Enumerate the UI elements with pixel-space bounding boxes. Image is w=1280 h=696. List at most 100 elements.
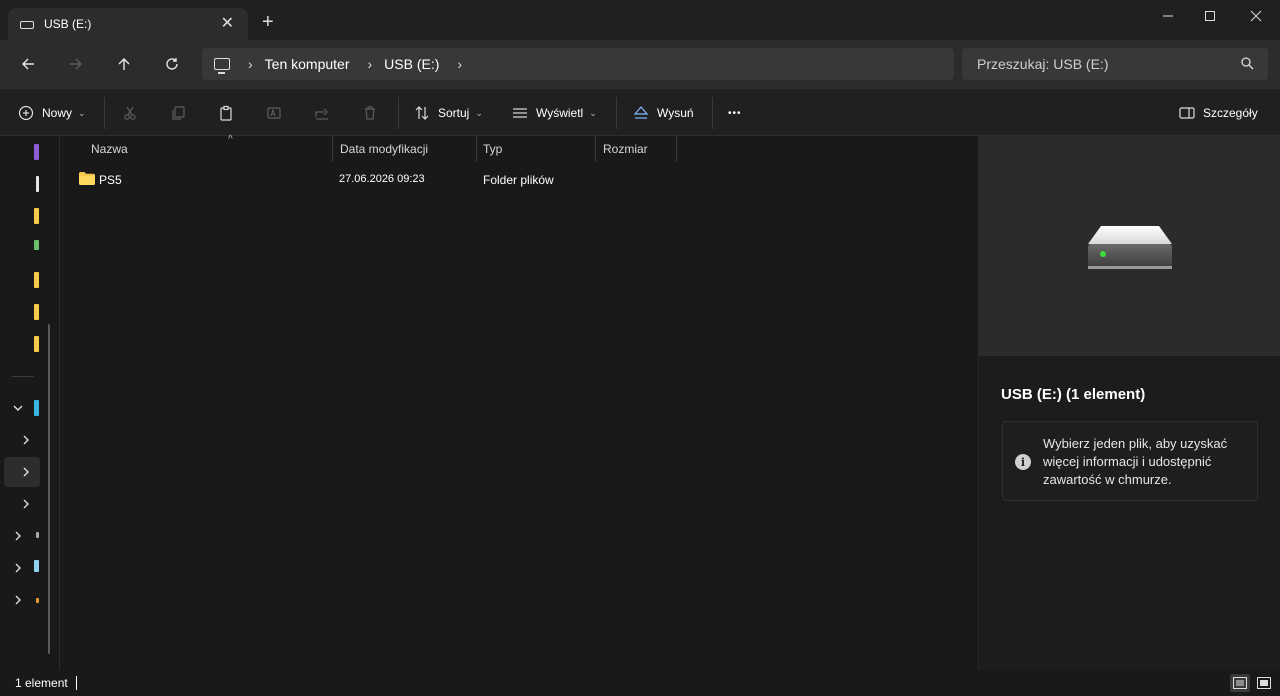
chevron-right-icon[interactable] <box>12 530 24 542</box>
details-view-icon <box>1233 677 1247 689</box>
column-type-label: Typ <box>483 142 503 156</box>
refresh-icon <box>166 58 178 70</box>
search-icon[interactable] <box>1240 56 1254 70</box>
tab-usb-e[interactable]: USB (E:) ✕ <box>8 8 248 40</box>
new-tab-button[interactable]: + <box>262 12 274 32</box>
close-window-button[interactable] <box>1233 6 1279 26</box>
view-button[interactable]: Wyświetl ⌄ <box>512 101 597 125</box>
breadcrumb-separator[interactable]: › <box>457 56 462 72</box>
sort-label: Sortuj <box>438 106 470 120</box>
view-label: Wyświetl <box>536 106 584 120</box>
search-input[interactable]: Przeszukaj: USB (E:) <box>962 48 1268 80</box>
quick-access-item[interactable] <box>34 304 39 320</box>
chevron-down-icon: ⌄ <box>475 107 483 118</box>
clipboard-icon <box>220 105 232 121</box>
share-button[interactable] <box>310 101 334 125</box>
close-icon <box>1250 10 1262 22</box>
sort-icon <box>415 106 429 120</box>
drive-item[interactable] <box>36 532 39 538</box>
minimize-button[interactable] <box>1145 6 1191 26</box>
usb-drive-icon <box>1088 226 1172 269</box>
drive-icon <box>20 21 34 29</box>
address-row: › Ten komputer › USB (E:) › Przeszukaj: … <box>0 40 1280 88</box>
info-box: i Wybierz jeden plik, aby uzyskać więcej… <box>1002 421 1258 501</box>
details-pane-button[interactable]: Szczegóły <box>1179 101 1258 125</box>
chevron-right-icon[interactable] <box>12 594 24 606</box>
paste-button[interactable] <box>214 101 238 125</box>
column-header-modified[interactable]: Data modyfikacji <box>332 136 477 162</box>
copy-button[interactable] <box>166 101 190 125</box>
breadcrumb-separator[interactable]: › <box>368 56 373 72</box>
folder-icon <box>79 172 95 185</box>
chevron-down-icon[interactable] <box>12 402 24 414</box>
quick-access-item[interactable] <box>34 144 39 160</box>
linux-item[interactable] <box>36 598 39 603</box>
status-divider <box>76 676 77 690</box>
sort-button[interactable]: Sortuj ⌄ <box>414 101 483 125</box>
scissors-icon <box>124 106 136 120</box>
chevron-right-icon[interactable] <box>12 562 24 574</box>
address-bar[interactable]: › Ten komputer › USB (E:) › <box>202 48 954 80</box>
close-tab-button[interactable]: ✕ <box>221 16 234 32</box>
info-text: Wybierz jeden plik, aby uzyskać więcej i… <box>1043 436 1228 487</box>
eject-button[interactable]: Wysuń <box>633 101 694 125</box>
new-label: Nowy <box>42 106 73 120</box>
file-list: Nazwa ^ Data modyfikacji Typ Rozmiar PS5… <box>61 134 978 670</box>
chevron-right-icon[interactable] <box>20 498 32 510</box>
minimize-icon <box>1163 15 1173 17</box>
tiles-view-icon <box>1257 677 1271 689</box>
divider <box>104 97 105 129</box>
up-button[interactable] <box>110 52 138 76</box>
cut-button[interactable] <box>118 101 142 125</box>
chevron-right-icon[interactable] <box>20 466 32 478</box>
column-name-label: Nazwa <box>91 142 128 156</box>
back-button[interactable] <box>14 52 42 76</box>
divider <box>12 376 34 377</box>
table-row[interactable]: PS5 27.06.2026 09:23 Folder plików <box>73 168 693 192</box>
refresh-button[interactable] <box>158 52 186 76</box>
column-header-name[interactable]: Nazwa ^ <box>84 134 333 162</box>
sort-ascending-icon: ^ <box>228 134 233 145</box>
command-bar: Nowy ⌄ Sortuj ⌄ Wyświetl ⌄ Wysuń ••• Szc… <box>0 88 1280 136</box>
network-item[interactable] <box>34 560 39 572</box>
column-header-type[interactable]: Typ <box>476 136 596 162</box>
divider <box>398 97 399 129</box>
quick-access-item[interactable] <box>34 336 39 352</box>
nav-scrollbar[interactable] <box>48 324 50 654</box>
column-header-size[interactable]: Rozmiar <box>596 136 677 162</box>
computer-icon <box>214 58 230 74</box>
quick-access-item[interactable] <box>34 272 39 288</box>
share-icon <box>315 108 328 120</box>
details-view-button[interactable] <box>1230 674 1250 692</box>
divider <box>616 97 617 129</box>
new-button[interactable]: Nowy ⌄ <box>18 101 86 125</box>
trash-icon <box>365 106 375 120</box>
more-options-button[interactable]: ••• <box>728 101 742 125</box>
breadcrumb-usb-e[interactable]: USB (E:) <box>384 56 439 72</box>
maximize-button[interactable] <box>1187 6 1233 26</box>
file-modified: 27.06.2026 09:23 <box>339 173 425 185</box>
details-title: USB (E:) (1 element) <box>1001 386 1146 403</box>
file-type: Folder plików <box>483 173 554 187</box>
quick-access-item[interactable] <box>34 240 39 250</box>
preview-area <box>979 136 1280 356</box>
chevron-right-icon[interactable] <box>20 434 32 446</box>
item-count: 1 element <box>15 676 68 690</box>
arrow-right-icon <box>70 58 82 70</box>
quick-access-item[interactable] <box>34 208 39 224</box>
column-modified-label: Data modyfikacji <box>340 142 429 156</box>
quick-access-item[interactable] <box>36 176 39 192</box>
plus-circle-icon <box>18 105 34 121</box>
arrow-left-icon <box>22 58 34 70</box>
status-bar: 1 element <box>0 670 1280 696</box>
forward-button[interactable] <box>62 52 90 76</box>
navigation-pane <box>0 136 60 670</box>
this-pc-item[interactable] <box>34 400 39 416</box>
tiles-view-button[interactable] <box>1254 674 1274 692</box>
chevron-down-icon: ⌄ <box>78 107 86 118</box>
details-pane: USB (E:) (1 element) i Wybierz jeden pli… <box>978 136 1280 670</box>
delete-button[interactable] <box>358 101 382 125</box>
breadcrumb-this-pc[interactable]: Ten komputer <box>265 56 350 72</box>
search-placeholder: Przeszukaj: USB (E:) <box>977 56 1109 72</box>
rename-button[interactable] <box>262 101 286 125</box>
